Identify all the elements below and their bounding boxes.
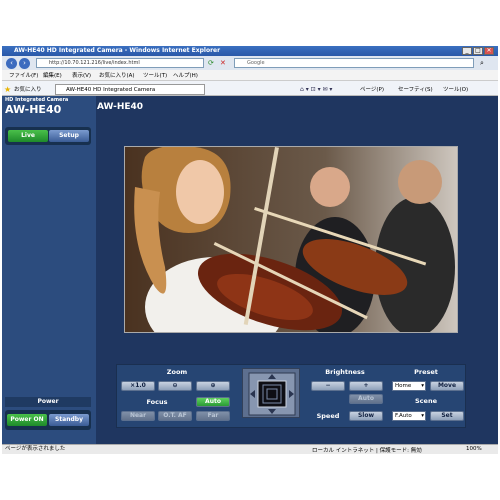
zoom-label: Zoom: [166, 368, 188, 376]
preset-select-value: Home: [395, 383, 412, 389]
brightness-auto-button[interactable]: Auto: [349, 394, 383, 404]
toolbar-safety[interactable]: セーフティ(S): [398, 86, 433, 94]
sidebar: [2, 118, 96, 444]
status-bar: ページが表示されました: [2, 444, 498, 454]
chevron-down-icon: ▾: [421, 383, 424, 389]
favorites-button[interactable]: お気に入り: [14, 86, 42, 94]
page-title: AW-HE40: [97, 102, 144, 112]
stop-icon[interactable]: ✕: [220, 59, 228, 67]
product-name: AW-HE40: [5, 103, 62, 116]
menu-edit[interactable]: 編集(E): [43, 72, 62, 80]
zoom-x1-button[interactable]: ×1.0: [121, 381, 155, 391]
video-frame: [125, 147, 457, 332]
zoom-out-icon[interactable]: ⊖: [158, 381, 192, 391]
setup-button[interactable]: Setup: [49, 130, 89, 142]
zoom-in-icon[interactable]: ⊕: [196, 381, 230, 391]
pan-tilt-graphic: [248, 372, 296, 416]
search-input[interactable]: Google: [234, 58, 474, 68]
maximize-button[interactable]: □: [473, 47, 483, 55]
focus-otaf-button[interactable]: O.T. AF: [158, 411, 192, 421]
focus-near-button[interactable]: Near: [121, 411, 155, 421]
standby-button[interactable]: Standby: [49, 414, 89, 426]
preset-select[interactable]: Home ▾: [392, 381, 426, 391]
home-icon[interactable]: ⌂ ▾ ⊡ ▾ ✉ ▾: [300, 86, 332, 93]
pan-tilt-pad[interactable]: [242, 368, 300, 418]
close-button[interactable]: ✕: [484, 47, 494, 55]
speed-label: Speed: [316, 412, 340, 420]
scene-set-button[interactable]: Set: [430, 411, 464, 421]
preset-label: Preset: [414, 368, 438, 376]
brightness-minus-button[interactable]: −: [311, 381, 345, 391]
live-button[interactable]: Live: [8, 130, 48, 142]
menu-tools[interactable]: ツール(T): [143, 72, 167, 80]
preset-move-button[interactable]: Move: [430, 381, 464, 391]
tab-camera[interactable]: AW-HE40 HD Integrated Camera: [55, 84, 205, 95]
menu-help[interactable]: ヘルプ(H): [173, 72, 198, 80]
focus-label: Focus: [146, 398, 168, 406]
focus-far-button[interactable]: Far: [196, 411, 230, 421]
scene-select[interactable]: F.Auto ▾: [392, 411, 426, 421]
live-video[interactable]: [124, 146, 458, 333]
chevron-down-icon: ▾: [421, 413, 424, 419]
brightness-label: Brightness: [325, 368, 365, 376]
scene-select-value: F.Auto: [395, 413, 412, 419]
menu-view[interactable]: 表示(V): [72, 72, 91, 80]
zoom-level[interactable]: 100%: [466, 446, 482, 452]
back-arrow-icon[interactable]: ‹: [6, 58, 17, 69]
scene-label: Scene: [415, 397, 437, 405]
search-icon[interactable]: ⌕: [480, 59, 484, 68]
address-input[interactable]: http://10.70.121.216/live/index.html: [36, 58, 204, 68]
menu-file[interactable]: ファイル(F): [9, 72, 38, 80]
speed-button[interactable]: Slow: [349, 411, 383, 421]
status-text: ページが表示されました: [5, 446, 66, 452]
refresh-icon[interactable]: ⟳: [208, 59, 216, 67]
forward-arrow-icon[interactable]: ›: [19, 58, 30, 69]
menu-favorites[interactable]: お気に入り(A): [99, 72, 135, 80]
minimize-button[interactable]: _: [462, 47, 472, 55]
window-title: AW-HE40 HD Integrated Camera - Windows I…: [2, 46, 498, 56]
power-on-button[interactable]: Power ON: [7, 414, 47, 426]
toolbar-page[interactable]: ページ(P): [360, 86, 384, 94]
toolbar-tools[interactable]: ツール(O): [443, 86, 468, 94]
security-zone: ローカル イントラネット | 保護モード: 無効: [312, 448, 422, 454]
favorites-star-icon[interactable]: ★: [4, 85, 11, 94]
power-label: Power: [5, 397, 91, 407]
focus-auto-button[interactable]: Auto: [196, 397, 230, 407]
brightness-plus-button[interactable]: +: [349, 381, 383, 391]
